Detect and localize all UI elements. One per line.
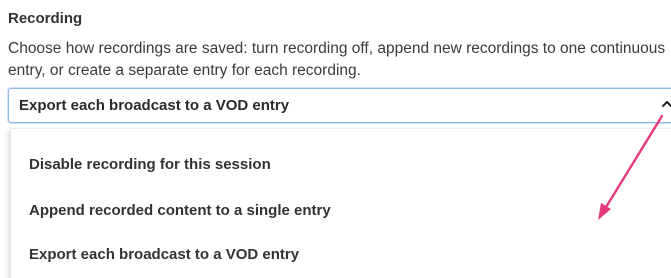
option-export-vod-entry[interactable]: Export each broadcast to a VOD entry bbox=[29, 246, 299, 263]
option-disable-recording[interactable]: Disable recording for this session bbox=[29, 156, 271, 173]
recording-mode-selected-value: Export each broadcast to a VOD entry bbox=[19, 97, 290, 114]
recording-mode-select[interactable]: Export each broadcast to a VOD entry bbox=[8, 88, 671, 123]
recording-description: Choose how recordings are saved: turn re… bbox=[8, 40, 666, 79]
recording-settings-panel: Recording Choose how recordings are save… bbox=[0, 0, 671, 278]
recording-mode-dropdown-list: Disable recording for this session Appen… bbox=[10, 128, 671, 278]
recording-section-title: Recording bbox=[8, 10, 83, 27]
option-append-single-entry[interactable]: Append recorded content to a single entr… bbox=[29, 202, 331, 219]
chevron-up-icon[interactable] bbox=[659, 96, 671, 112]
